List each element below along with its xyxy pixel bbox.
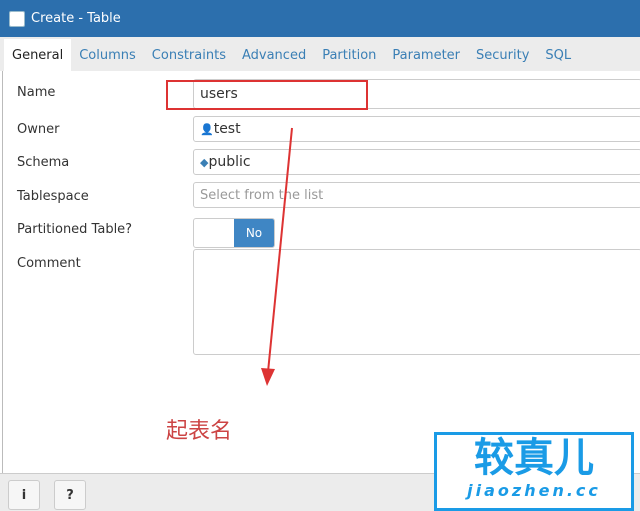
watermark-cn: 较真儿 <box>474 435 594 481</box>
annotation-text: 起表名 <box>166 419 233 444</box>
watermark-logo: 较真儿 jiaozhen.cc <box>434 432 634 511</box>
help-button[interactable]: ? <box>54 480 86 510</box>
info-button[interactable]: i <box>8 480 40 510</box>
watermark-url: jiaozhen.cc <box>467 481 601 500</box>
